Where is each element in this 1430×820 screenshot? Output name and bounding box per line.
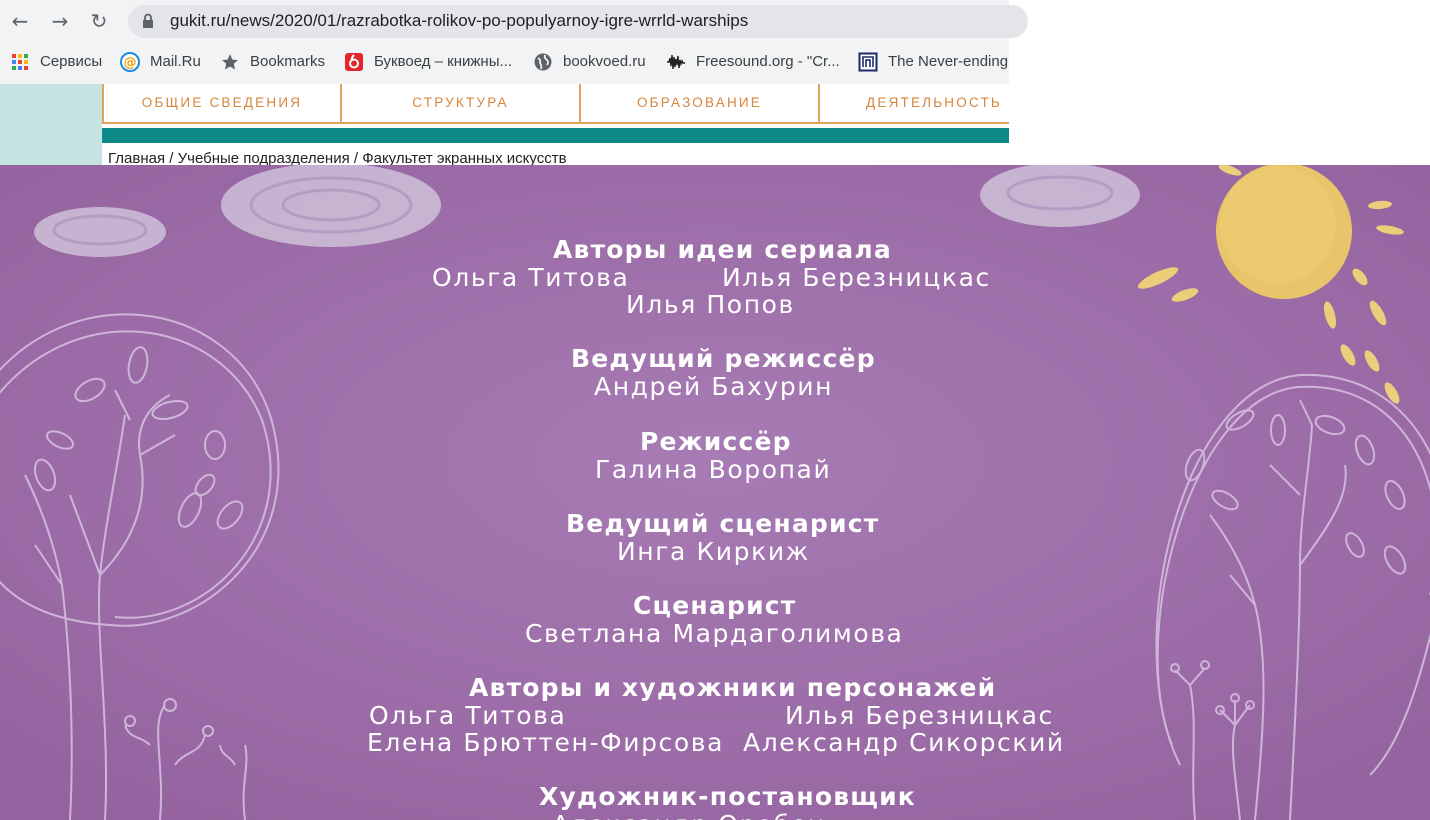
cloud-icon	[34, 207, 166, 257]
lock-icon	[143, 13, 153, 28]
svg-text:@: @	[124, 56, 137, 71]
credit-name: Илья Березницкас	[722, 263, 991, 292]
star-icon	[222, 54, 238, 70]
credit-role-art-director: Художник-постановщик	[539, 782, 916, 811]
bookmark-never-ending[interactable]: The Never-ending	[858, 50, 1009, 74]
nav-tab-activity[interactable]: ДЕЯТЕЛЬНОСТЬ	[820, 84, 1009, 124]
video-frame: Авторы идеи сериала Ольга Титова Илья Бе…	[0, 165, 1430, 820]
teal-divider	[102, 128, 1009, 143]
credit-name: Илья Попов	[626, 290, 795, 319]
side-decoration	[0, 84, 102, 165]
forward-arrow-icon[interactable]: →	[48, 9, 72, 33]
bookmark-label: Freesound.org - "Cr...	[696, 53, 840, 70]
globe-icon	[534, 53, 552, 71]
bookmark-freesound[interactable]: Freesound.org - "Cr...	[666, 50, 844, 74]
browser-toolbar: ← → ↻ gukit.ru/news/2020/01/razrabotka-r…	[0, 0, 1028, 42]
never-ending-icon	[858, 52, 878, 72]
breadcrumb: Главная / Учебные подразделения / Факуль…	[108, 150, 567, 165]
bookmarks-bar: Сервисы @ Mail.Ru Bookmarks Буквоед – кн…	[0, 42, 1009, 82]
credit-role-characters: Авторы и художники персонажей	[469, 673, 997, 702]
reload-icon[interactable]: ↻	[87, 9, 111, 33]
bookmark-label: Bookmarks	[250, 53, 326, 70]
browser-chrome: ← → ↻ gukit.ru/news/2020/01/razrabotka-r…	[0, 0, 1028, 84]
credit-role-idea: Авторы идеи сериала	[553, 235, 892, 264]
bookmark-label: Mail.Ru	[150, 53, 201, 70]
credit-role-lead-writer: Ведущий сценарист	[566, 509, 880, 538]
bookmark-label: Сервисы	[40, 53, 103, 70]
address-bar[interactable]: gukit.ru/news/2020/01/razrabotka-rolikov…	[128, 5, 1028, 38]
credit-name: Александр Сикорский	[743, 728, 1065, 757]
website-page: ОБЩИЕ СВЕДЕНИЯ СТРУКТУРА ОБРАЗОВАНИЕ ДЕЯ…	[0, 84, 1009, 165]
cloud-icon	[980, 165, 1140, 227]
back-arrow-icon[interactable]: ←	[8, 9, 32, 33]
bookmark-bukvoed[interactable]: Буквоед – книжны...	[344, 50, 520, 74]
credit-name: Андрей Бахурин	[594, 372, 834, 401]
credit-name: Галина Воропай	[595, 455, 832, 484]
nav-tab-education[interactable]: ОБРАЗОВАНИЕ	[581, 84, 820, 124]
bookmark-label: The Never-ending	[888, 53, 1009, 70]
bookmark-bookvoed-ru[interactable]: bookvoed.ru	[533, 50, 651, 74]
cloud-icon	[221, 165, 441, 247]
bookmark-bookmarks[interactable]: Bookmarks	[220, 50, 330, 74]
bookmark-services[interactable]: Сервисы	[10, 50, 102, 74]
mailru-at-icon: @	[120, 52, 140, 72]
credit-name: Инга Киркиж	[617, 537, 810, 566]
credit-name: Светлана Мардаголимова	[525, 619, 904, 648]
url-text: gukit.ru/news/2020/01/razrabotka-rolikov…	[170, 11, 749, 30]
credit-role-lead-director: Ведущий режиссёр	[571, 344, 876, 373]
waveform-icon	[667, 54, 685, 70]
credit-name: Елена Брюттен-Фирсова	[367, 728, 725, 757]
nav-tab-structure[interactable]: СТРУКТУРА	[342, 84, 581, 124]
bookmark-label: Буквоед – книжны...	[374, 53, 512, 70]
bookmark-label: bookvoed.ru	[563, 53, 646, 70]
credit-name: Илья Березницкас	[785, 701, 1054, 730]
apps-grid-icon	[12, 54, 28, 70]
bukvoed-icon	[345, 53, 363, 71]
nav-tab-general[interactable]: ОБЩИЕ СВЕДЕНИЯ	[102, 84, 342, 124]
bookmark-mailru[interactable]: @ Mail.Ru	[120, 50, 204, 74]
credit-name: Ольга Титова	[432, 263, 630, 292]
credit-name: Ольга Титова	[369, 701, 567, 730]
credit-name: Александр Оробец	[552, 810, 826, 820]
credit-role-director: Режиссёр	[640, 427, 792, 456]
credit-role-writer: Сценарист	[633, 591, 797, 620]
